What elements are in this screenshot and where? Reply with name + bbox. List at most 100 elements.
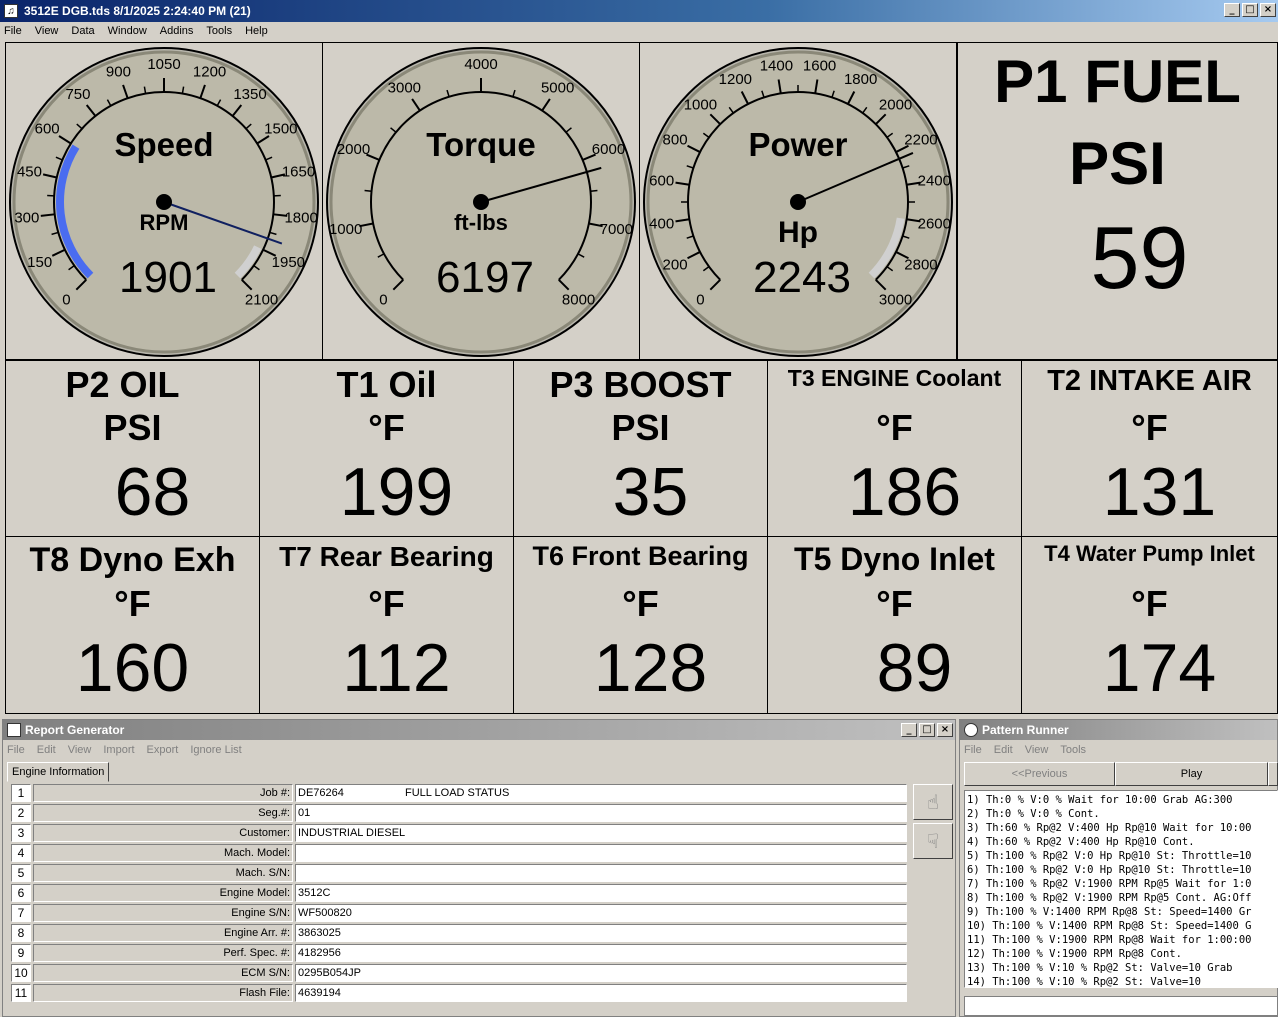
field-label: Engine Model:	[33, 884, 293, 902]
field-value-input[interactable]: 3863025	[295, 924, 907, 942]
report-maximize-button[interactable]: □	[919, 723, 935, 737]
list-item[interactable]: 8) Th:100 % Rp@2 V:1900 RPM Rp@5 Cont. A…	[967, 891, 1277, 905]
gauge-hub	[790, 194, 806, 210]
gauge-tick-label: 0	[696, 292, 704, 309]
menu-file[interactable]: File	[4, 25, 22, 37]
row-number: 8	[11, 924, 31, 942]
table-row: 6 Engine Model: 3512C	[9, 883, 909, 903]
t2-intake-air-value: 131	[1102, 454, 1217, 530]
menu-help[interactable]: Help	[245, 25, 268, 37]
table-row: 1 Job #: DE76264 FULL LOAD STATUS	[9, 783, 909, 803]
gauge-tick-label: 200	[663, 257, 688, 274]
field-value-input[interactable]: WF500820	[295, 904, 907, 922]
field-label: Customer:	[33, 824, 293, 842]
hand-up-icon[interactable]: ☝	[913, 784, 953, 820]
field-value-input[interactable]: 4182956	[295, 944, 907, 962]
gauge-title: Power	[748, 126, 847, 163]
gauge-tick-label: 300	[14, 209, 39, 226]
t8-dyno-exh-unit: °F	[114, 583, 151, 624]
row-number: 7	[11, 904, 31, 922]
table-row: 3 Customer: INDUSTRIAL DIESEL	[9, 823, 909, 843]
t7-rear-bearing-panel: T7 Rear Bearing °F 112	[259, 536, 514, 714]
list-item[interactable]: 4) Th:60 % Rp@2 V:400 Hp Rp@10 Cont.	[967, 835, 1277, 849]
list-item[interactable]: 12) Th:100 % V:1900 RPM Rp@8 Cont.	[967, 947, 1277, 961]
gauge-tick-label: 2100	[245, 292, 278, 309]
row-number: 11	[11, 984, 31, 1002]
list-item[interactable]: 14) Th:100 % V:10 % Rp@2 St: Valve=10	[967, 975, 1277, 987]
list-item[interactable]: 2) Th:0 % V:0 % Cont.	[967, 807, 1277, 821]
menu-data[interactable]: Data	[71, 25, 94, 37]
gauge-tick-label: 3000	[879, 292, 912, 309]
pattern-runner-titlebar: Pattern Runner	[960, 720, 1277, 740]
pattern-scrollbar[interactable]	[964, 996, 1278, 1016]
report-menu-ignore-list[interactable]: Ignore List	[190, 744, 241, 756]
field-value-input[interactable]: 0295B054JP	[295, 964, 907, 982]
t2-intake-air-label: T2 INTAKE AIR	[1047, 365, 1252, 397]
list-item[interactable]: 6) Th:100 % Rp@2 V:0 Hp Rp@10 St: Thrott…	[967, 863, 1277, 877]
report-generator-title: Report Generator	[25, 723, 125, 737]
field-value-input[interactable]: 01	[295, 804, 907, 822]
list-item[interactable]: 7) Th:100 % Rp@2 V:1900 RPM Rp@5 Wait fo…	[967, 877, 1277, 891]
field-value-input[interactable]	[295, 844, 907, 862]
list-item[interactable]: 3) Th:60 % Rp@2 V:400 Hp Rp@10 Wait for …	[967, 821, 1277, 835]
list-item[interactable]: 9) Th:100 % V:1400 RPM Rp@8 St: Speed=14…	[967, 905, 1277, 919]
main-menubar: File View Data Window Addins Tools Help	[0, 22, 1278, 40]
report-close-button[interactable]: ×	[937, 723, 953, 737]
gauge-tick-label: 1600	[803, 58, 836, 75]
pattern-menu-edit[interactable]: Edit	[994, 744, 1013, 756]
minimize-button[interactable]: _	[1224, 3, 1240, 17]
gauge-tick-label: 5000	[541, 79, 574, 96]
pattern-menu-tools[interactable]: Tools	[1060, 744, 1086, 756]
pattern-menu-view[interactable]: View	[1025, 744, 1049, 756]
tab-engine-information[interactable]: Engine Information	[7, 762, 110, 782]
field-value-input[interactable]	[295, 864, 907, 882]
p2-oil-unit: PSI	[103, 407, 162, 448]
gauge-unit: ft-lbs	[454, 210, 508, 235]
maximize-button[interactable]: □	[1242, 3, 1258, 17]
list-item[interactable]: 5) Th:100 % Rp@2 V:0 Hp Rp@10 St: Thrott…	[967, 849, 1277, 863]
list-item[interactable]: 10) Th:100 % V:1400 RPM Rp@8 St: Speed=1…	[967, 919, 1277, 933]
p3-boost-unit: PSI	[611, 407, 670, 448]
gauge-tick-label: 1200	[719, 71, 752, 88]
t5-dyno-inlet-panel: T5 Dyno Inlet °F 89	[767, 536, 1022, 714]
report-menu-edit[interactable]: Edit	[37, 744, 56, 756]
gauge-tick-label: 1050	[147, 56, 180, 73]
list-item[interactable]: 13) Th:100 % V:10 % Rp@2 St: Valve=10 Gr…	[967, 961, 1277, 975]
play-button[interactable]: Play	[1115, 762, 1268, 786]
menu-window[interactable]: Window	[108, 25, 147, 37]
list-item[interactable]: 11) Th:100 % V:1900 RPM Rp@8 Wait for 1:…	[967, 933, 1277, 947]
field-value-input[interactable]: DE76264 FULL LOAD STATUS	[295, 784, 907, 802]
power-gauge-cell: 0 200 400 600 800 1000 1200 1400 1600 1800 2000 220…	[640, 42, 957, 360]
report-menu-export[interactable]: Export	[147, 744, 179, 756]
pattern-menu-file[interactable]: File	[964, 744, 982, 756]
table-row: 7 Engine S/N: WF500820	[9, 903, 909, 923]
next-button-edge[interactable]	[1268, 762, 1278, 786]
gauge-tick-label: 1650	[282, 163, 315, 180]
gauge-unit: Hp	[778, 216, 818, 249]
t1-oil-label: T1 Oil	[336, 364, 437, 405]
list-item[interactable]: 1) Th:0 % V:0 % Wait for 10:00 Grab AG:3…	[967, 793, 1277, 807]
row-number: 3	[11, 824, 31, 842]
p2-oil-value: 68	[114, 454, 191, 530]
gauge-tick-label: 1400	[760, 58, 793, 75]
row-number: 1	[11, 784, 31, 802]
gauge-tick-label: 8000	[562, 292, 595, 309]
report-menu-import[interactable]: Import	[103, 744, 134, 756]
field-value-input[interactable]: 3512C	[295, 884, 907, 902]
field-value-input[interactable]: 4639194	[295, 984, 907, 1002]
menu-addins[interactable]: Addins	[160, 25, 194, 37]
menu-view[interactable]: View	[35, 25, 59, 37]
report-menu-file[interactable]: File	[7, 744, 25, 756]
speed-gauge: 0 150 300 450 600 750 900 1050 1200 1350 1500 1650 1…	[9, 47, 319, 357]
menu-tools[interactable]: Tools	[206, 25, 232, 37]
t1-oil-value: 199	[339, 454, 454, 530]
report-minimize-button[interactable]: _	[901, 723, 917, 737]
gauge-tick-label: 900	[106, 64, 131, 81]
close-button[interactable]: ×	[1260, 3, 1276, 17]
pattern-steps-list[interactable]: 1) Th:0 % V:0 % Wait for 10:00 Grab AG:3…	[964, 790, 1278, 988]
previous-button[interactable]: <<Previous	[964, 762, 1115, 786]
field-value-input[interactable]: INDUSTRIAL DIESEL	[295, 824, 907, 842]
hand-down-icon[interactable]: ☟	[913, 823, 953, 859]
gauge-tick-label: 0	[62, 292, 70, 309]
report-menu-view[interactable]: View	[68, 744, 92, 756]
